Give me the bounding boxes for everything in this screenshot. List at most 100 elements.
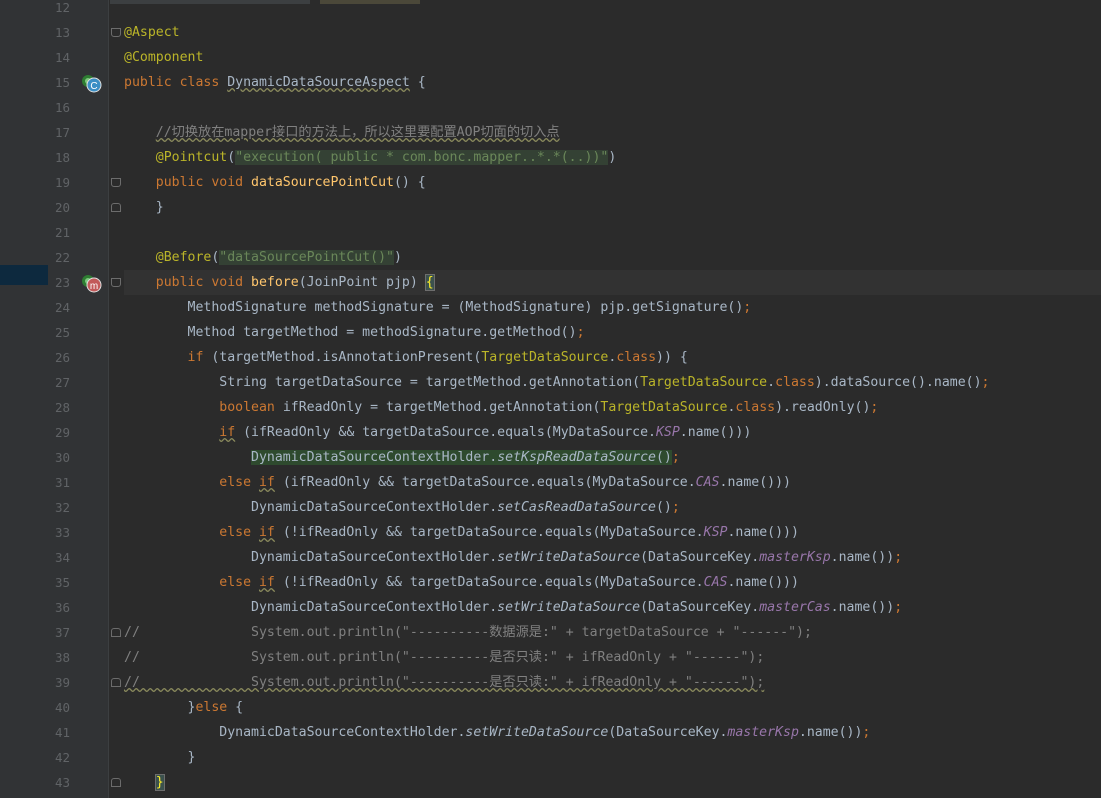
code-line[interactable]: public void dataSourcePointCut() { (124, 170, 1101, 195)
code-line[interactable]: // System.out.println("----------是否只读:" … (124, 670, 1101, 695)
code-token: ) (608, 150, 617, 165)
class-c-icon[interactable]: C (80, 72, 102, 94)
code-token: masterKsp (727, 725, 799, 740)
fold-marker-icon[interactable] (111, 203, 121, 212)
code-token: DynamicDataSourceContextHolder. (124, 550, 498, 565)
code-line[interactable] (124, 220, 1101, 245)
code-line[interactable] (124, 0, 1101, 20)
code-line[interactable]: DynamicDataSourceContextHolder.setKspRea… (124, 445, 1101, 470)
code-token: TargetDataSource (640, 375, 768, 390)
code-line[interactable]: DynamicDataSourceContextHolder.setCasRea… (124, 495, 1101, 520)
line-number: 17 (54, 125, 70, 140)
code-line[interactable]: // System.out.println("----------数据源是:" … (124, 620, 1101, 645)
line-number: 16 (54, 100, 70, 115)
code-token: else (219, 575, 259, 590)
code-token: KSP (655, 425, 680, 440)
line-number: 36 (54, 600, 70, 615)
code-token: } (124, 750, 196, 765)
code-line[interactable]: boolean ifReadOnly = targetMethod.getAnn… (124, 395, 1101, 420)
code-token: } (124, 200, 164, 215)
line-number: 35 (54, 575, 70, 590)
code-token: (targetMethod.isAnnotationPresent( (211, 350, 482, 365)
code-line[interactable]: DynamicDataSourceContextHolder.setWriteD… (124, 595, 1101, 620)
code-line[interactable]: @Component (124, 45, 1101, 70)
fold-marker-icon[interactable] (111, 28, 121, 37)
code-token: ; (981, 375, 990, 390)
code-token: TargetDataSource (600, 400, 728, 415)
code-token: //切换放在mapper接口的方法上，所以这里要配置AOP切面的切入点 (155, 125, 560, 140)
code-line[interactable]: DynamicDataSourceContextHolder.setWriteD… (124, 545, 1101, 570)
code-line[interactable]: } (124, 745, 1101, 770)
line-number: 34 (54, 550, 70, 565)
code-line[interactable]: } (124, 195, 1101, 220)
code-line[interactable]: }else { (124, 695, 1101, 720)
code-token: .name())) (719, 475, 791, 490)
method-m-icon[interactable]: m (80, 272, 102, 294)
code-token: .name())) (727, 525, 799, 540)
code-line[interactable]: else if (!ifReadOnly && targetDataSource… (124, 570, 1101, 595)
line-number: 18 (54, 150, 70, 165)
code-token: ; (576, 325, 585, 340)
code-token: { (409, 75, 426, 90)
code-token: setWriteDataSource (497, 550, 641, 565)
code-token: ; (671, 500, 680, 515)
code-token: else (219, 475, 259, 490)
code-line[interactable]: if (targetMethod.isAnnotationPresent(Tar… (124, 345, 1101, 370)
code-token: "dataSourcePointCut()" (219, 250, 394, 265)
line-number: 41 (54, 725, 70, 740)
code-token: .name())) (679, 425, 752, 440)
fold-marker-icon[interactable] (111, 678, 121, 687)
code-token: ; (870, 400, 879, 415)
fold-marker-icon[interactable] (111, 628, 121, 637)
code-line[interactable]: @Pointcut("execution( public * com.bonc.… (124, 145, 1101, 170)
code-token: @Pointcut (155, 150, 228, 165)
code-line[interactable]: else if (ifReadOnly && targetDataSource.… (124, 470, 1101, 495)
code-token: () (655, 450, 672, 465)
line-number: 19 (54, 175, 70, 190)
code-token: "execution( public * com.bonc.mapper..*.… (235, 150, 609, 165)
code-token: TargetDataSource (481, 350, 609, 365)
fold-marker-icon[interactable] (111, 778, 121, 787)
code-token: masterKsp (759, 550, 831, 565)
code-token: { (235, 700, 244, 715)
code-token: public void (155, 175, 252, 190)
code-line[interactable]: @Aspect (124, 20, 1101, 45)
code-token: ; (671, 450, 680, 465)
line-number: 15 (54, 75, 70, 90)
line-number: 13 (54, 25, 70, 40)
code-line[interactable]: public class DynamicDataSourceAspect { (124, 70, 1101, 95)
code-line[interactable]: public void before(JoinPoint pjp) { (124, 270, 1101, 295)
code-token: String targetDataSource = targetMethod.g… (124, 375, 641, 390)
line-number: 40 (54, 700, 70, 715)
code-token: DynamicDataSourceAspect (227, 75, 410, 90)
code-line[interactable]: DynamicDataSourceContextHolder.setWriteD… (124, 720, 1101, 745)
fold-marker-icon[interactable] (111, 278, 121, 287)
code-line[interactable]: MethodSignature methodSignature = (Metho… (124, 295, 1101, 320)
code-token: .name()) (798, 725, 863, 740)
line-number: 43 (54, 775, 70, 790)
code-line[interactable]: String targetDataSource = targetMethod.g… (124, 370, 1101, 395)
code-token: ; (743, 300, 752, 315)
code-token: (!ifReadOnly && targetDataSource.equals(… (274, 575, 704, 590)
line-number: 26 (54, 350, 70, 365)
code-line[interactable]: // System.out.println("----------是否只读:" … (124, 645, 1101, 670)
code-token: // System.out.println("----------是否只读:" … (124, 650, 765, 665)
code-token: if (258, 525, 275, 540)
code-token: CAS (695, 475, 720, 490)
code-token: ).readOnly() (775, 400, 871, 415)
code-line[interactable]: if (ifReadOnly && targetDataSource.equal… (124, 420, 1101, 445)
code-token: CAS (703, 575, 728, 590)
code-token: () (655, 500, 672, 515)
code-token: public void (155, 275, 252, 290)
code-line[interactable] (124, 95, 1101, 120)
code-line[interactable]: @Before("dataSourcePointCut()") (124, 245, 1101, 270)
fold-marker-icon[interactable] (111, 178, 121, 187)
code-line[interactable]: Method targetMethod = methodSignature.ge… (124, 320, 1101, 345)
code-line[interactable]: //切换放在mapper接口的方法上，所以这里要配置AOP切面的切入点 (124, 120, 1101, 145)
code-token: @Aspect (124, 25, 180, 40)
code-line[interactable]: } (124, 770, 1101, 795)
code-token: (!ifReadOnly && targetDataSource.equals(… (274, 525, 704, 540)
code-line[interactable]: else if (!ifReadOnly && targetDataSource… (124, 520, 1101, 545)
